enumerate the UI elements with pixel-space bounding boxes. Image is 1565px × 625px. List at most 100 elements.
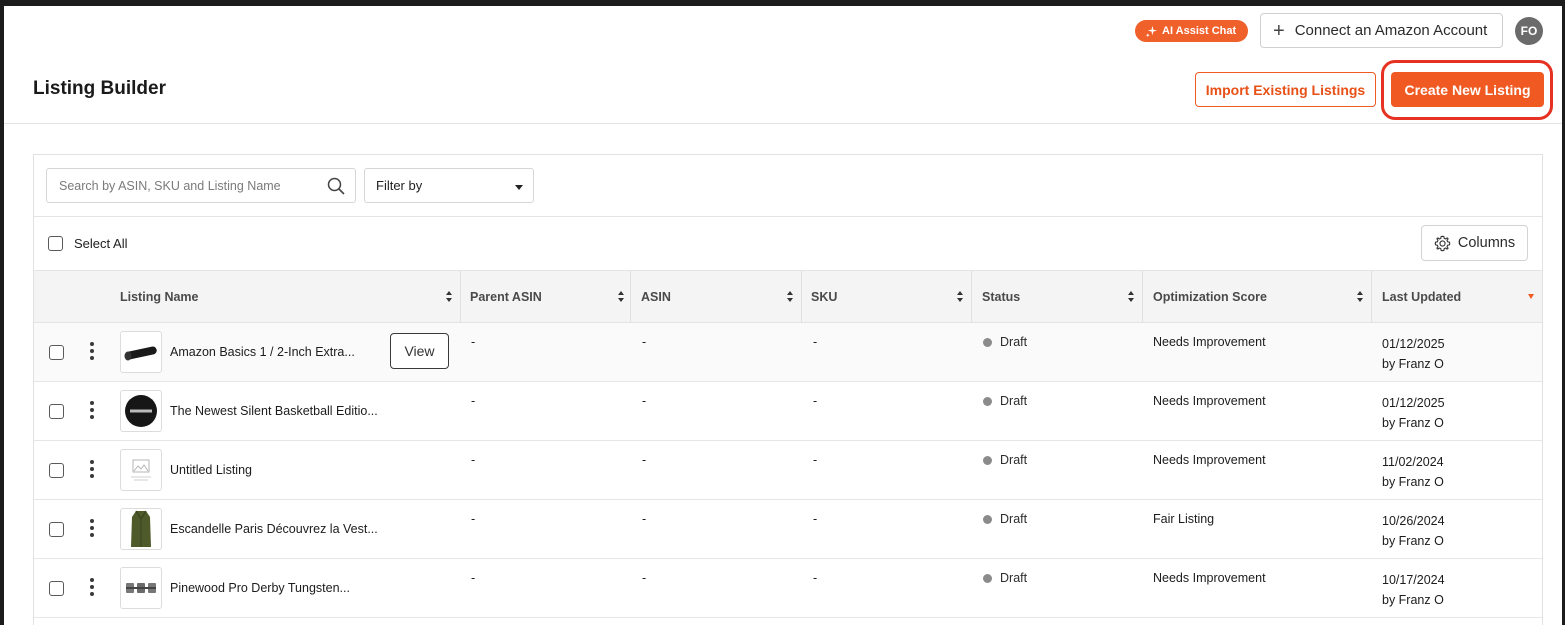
last-updated-cell: 11/02/2024 by Franz O — [1382, 452, 1444, 492]
gear-icon — [1434, 235, 1451, 251]
parent-asin-cell: - — [471, 571, 476, 585]
listing-name[interactable]: Pinewood Pro Derby Tungsten... — [170, 581, 350, 595]
ai-assist-chat-label: AI Assist Chat — [1162, 25, 1237, 37]
last-updated-cell: 01/12/2025 by Franz O — [1382, 393, 1445, 433]
sku-cell: - — [813, 394, 818, 408]
col-parent-asin[interactable]: Parent ASIN — [470, 271, 630, 322]
col-last-updated[interactable]: Last Updated — [1382, 271, 1540, 322]
page-title: Listing Builder — [33, 78, 166, 99]
connect-amazon-account-button[interactable]: + Connect an Amazon Account — [1260, 13, 1503, 48]
table-row[interactable]: The Newest Silent Basketball Editio... -… — [34, 382, 1542, 441]
status-badge: Draft — [983, 571, 1027, 585]
col-sku[interactable]: SKU — [811, 271, 971, 322]
import-existing-listings-button[interactable]: Import Existing Listings — [1195, 72, 1376, 107]
column-divider — [971, 271, 972, 322]
image-placeholder-icon — [120, 449, 162, 491]
col-last-updated-label: Last Updated — [1382, 289, 1462, 304]
filter-dropdown[interactable]: Filter by — [364, 168, 534, 203]
select-all-checkbox[interactable] — [48, 236, 63, 251]
table-row[interactable]: Amazon Basics 1 / 2-Inch Extra... View -… — [34, 323, 1542, 382]
updated-by: by Franz O — [1382, 593, 1444, 607]
filter-label: Filter by — [376, 178, 423, 193]
parent-asin-cell: - — [471, 394, 476, 408]
table-row[interactable]: Pinewood Pro Derby Tungsten... - - - Dra… — [34, 559, 1542, 618]
status-dot — [983, 396, 992, 406]
more-options-icon[interactable] — [89, 342, 95, 360]
asin-cell: - — [642, 512, 647, 526]
sku-cell: - — [813, 512, 818, 526]
status-label: Draft — [1000, 453, 1028, 467]
listings-panel: Filter by Select All Columns Listing Nam… — [33, 154, 1543, 625]
status-label: Draft — [1000, 571, 1028, 585]
search-input[interactable] — [59, 178, 319, 193]
optimization-score-cell: Fair Listing — [1153, 512, 1215, 526]
sku-cell: - — [813, 571, 818, 585]
status-badge: Draft — [983, 512, 1027, 526]
col-sku-label: SKU — [811, 289, 838, 304]
updated-date: 10/17/2024 — [1382, 573, 1445, 587]
updated-date: 01/12/2025 — [1382, 396, 1445, 410]
last-updated-cell: 01/12/2025 by Franz O — [1382, 334, 1445, 374]
product-thumbnail — [120, 508, 162, 550]
more-options-icon[interactable] — [89, 460, 95, 478]
table-row[interactable]: Escandelle Paris Découvrez la Vest... - … — [34, 500, 1542, 559]
listing-name[interactable]: Amazon Basics 1 / 2-Inch Extra... — [170, 345, 355, 359]
row-checkbox[interactable] — [49, 345, 64, 360]
row-checkbox[interactable] — [49, 581, 64, 596]
status-badge: Draft — [983, 453, 1027, 467]
avatar[interactable]: FO — [1515, 17, 1543, 45]
sort-icon[interactable] — [618, 291, 625, 303]
sort-icon[interactable] — [446, 291, 453, 303]
parent-asin-cell: - — [471, 335, 476, 349]
col-status[interactable]: Status — [982, 271, 1142, 322]
more-options-icon[interactable] — [89, 401, 95, 419]
columns-button[interactable]: Columns — [1421, 225, 1528, 261]
header-divider — [4, 123, 1562, 124]
col-asin[interactable]: ASIN — [641, 271, 801, 322]
select-all: Select All — [48, 236, 127, 251]
column-divider — [1371, 271, 1372, 322]
asin-cell: - — [642, 335, 647, 349]
toolbar-divider — [34, 216, 1542, 217]
sort-desc-icon[interactable] — [1528, 294, 1534, 299]
status-dot — [983, 514, 992, 524]
col-optimization-score[interactable]: Optimization Score — [1153, 271, 1363, 322]
table-header: Listing Name Parent ASIN ASIN SKU Status… — [34, 270, 1542, 323]
row-checkbox[interactable] — [49, 463, 64, 478]
status-badge: Draft — [983, 335, 1027, 349]
create-new-listing-button[interactable]: Create New Listing — [1391, 72, 1544, 107]
listing-name[interactable]: Untitled Listing — [170, 463, 252, 477]
view-button[interactable]: View — [390, 333, 449, 369]
more-options-icon[interactable] — [89, 578, 95, 596]
sort-icon[interactable] — [1128, 291, 1135, 303]
status-badge: Draft — [983, 394, 1027, 408]
sort-icon[interactable] — [957, 291, 964, 303]
product-thumbnail — [120, 567, 162, 609]
status-label: Draft — [1000, 512, 1028, 526]
search-box — [46, 168, 356, 203]
product-thumbnail — [120, 390, 162, 432]
sort-icon[interactable] — [787, 291, 794, 303]
plus-icon: + — [1273, 19, 1285, 42]
product-thumbnail — [120, 331, 162, 373]
last-updated-cell: 10/17/2024 by Franz O — [1382, 570, 1445, 610]
table-row[interactable]: Untitled Listing - - - Draft Needs Impro… — [34, 441, 1542, 500]
listing-name[interactable]: The Newest Silent Basketball Editio... — [170, 404, 378, 418]
ai-assist-chat-button[interactable]: AI Assist Chat — [1135, 20, 1249, 42]
window-top-border — [0, 0, 1565, 6]
asin-cell: - — [642, 453, 647, 467]
updated-by: by Franz O — [1382, 534, 1444, 548]
sort-icon[interactable] — [1357, 291, 1364, 303]
updated-date: 11/02/2024 — [1382, 455, 1444, 469]
listing-name[interactable]: Escandelle Paris Découvrez la Vest... — [170, 522, 378, 536]
sparkle-icon — [1145, 25, 1158, 37]
search-icon[interactable] — [327, 177, 345, 195]
parent-asin-cell: - — [471, 453, 476, 467]
status-dot — [983, 573, 992, 583]
row-checkbox[interactable] — [49, 404, 64, 419]
updated-date: 01/12/2025 — [1382, 337, 1445, 351]
col-listing-name[interactable]: Listing Name — [120, 271, 460, 322]
more-options-icon[interactable] — [89, 519, 95, 537]
updated-by: by Franz O — [1382, 357, 1444, 371]
row-checkbox[interactable] — [49, 522, 64, 537]
